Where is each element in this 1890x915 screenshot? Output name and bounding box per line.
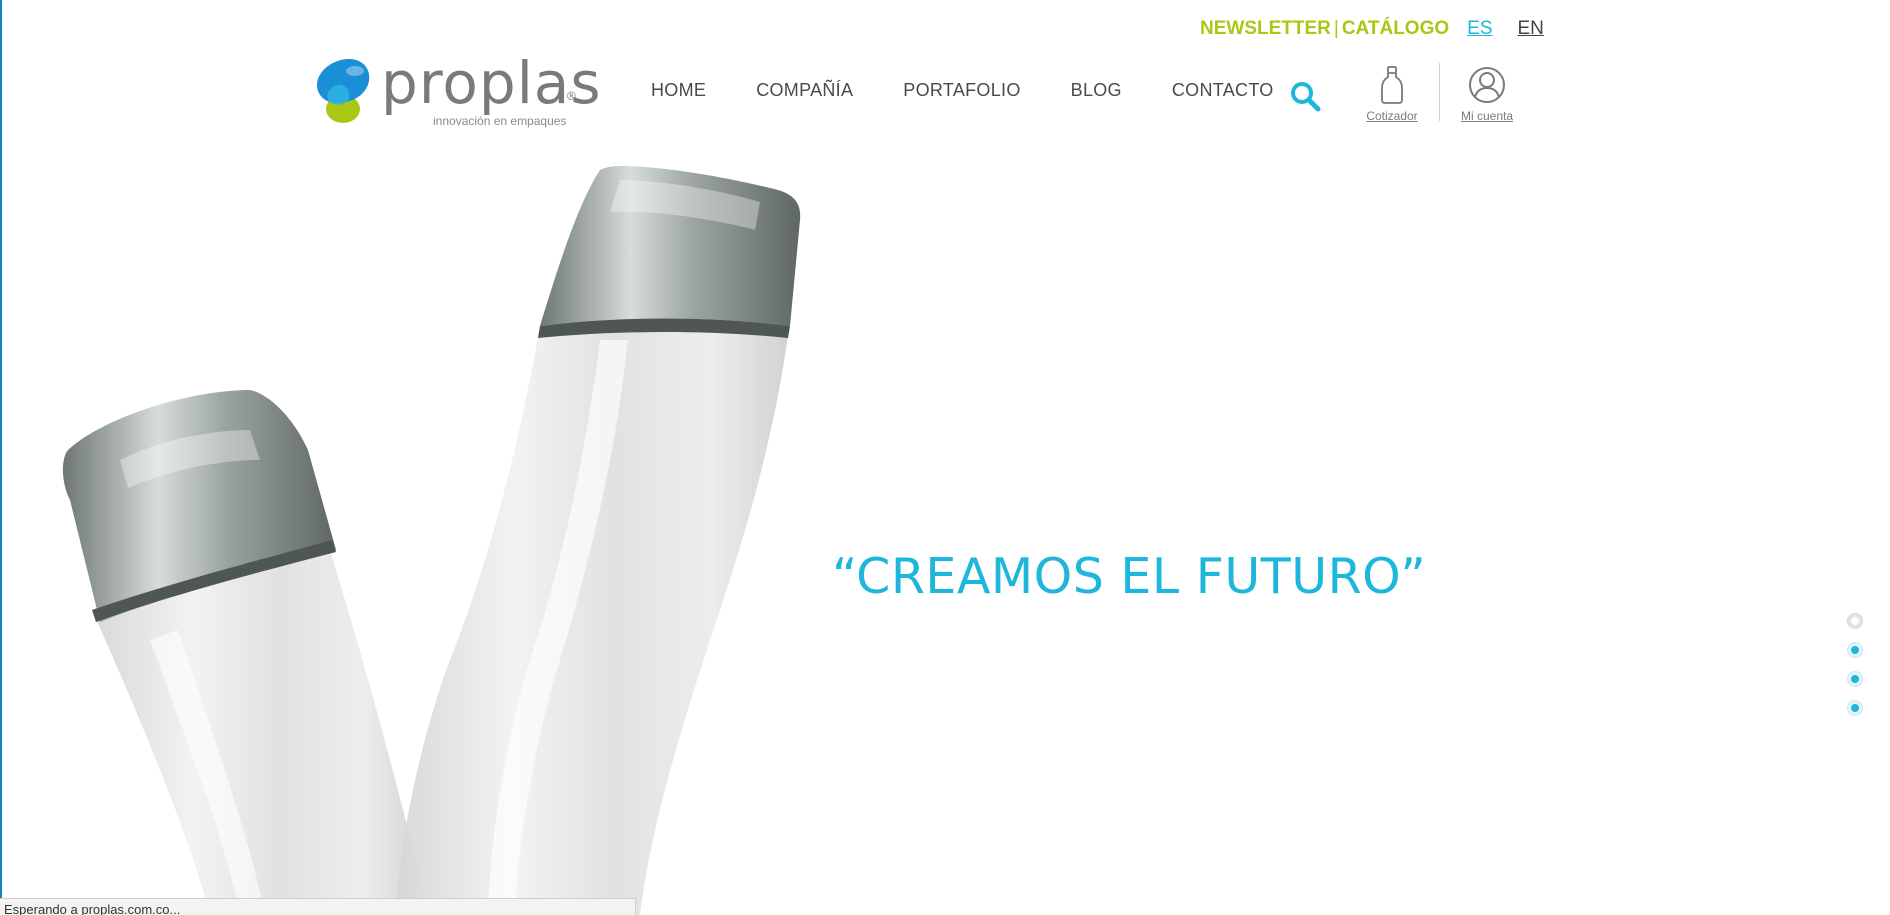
user-icon [1469, 67, 1505, 103]
slider-dot-4[interactable] [1848, 701, 1862, 715]
topbar-separator: | [1333, 18, 1339, 39]
language-en-link[interactable]: EN [1518, 18, 1544, 40]
language-es-link[interactable]: ES [1467, 18, 1492, 40]
cotizador-label: Cotizador [1366, 109, 1418, 123]
main-navigation: HOME COMPAÑÍA PORTAFOLIO BLOG CONTACTO [651, 80, 1324, 101]
slider-dot-3[interactable] [1848, 672, 1862, 686]
logo-registered-mark: ® [567, 89, 576, 103]
search-button[interactable] [1289, 80, 1321, 112]
site-logo[interactable]: proplas ® innovación en empaques [315, 49, 601, 130]
right-bottle [395, 166, 801, 915]
nav-item-contacto[interactable]: CONTACTO [1172, 80, 1274, 101]
hero-bottles-image [62, 166, 801, 915]
account-label: Mi cuenta [1460, 109, 1514, 123]
hero-headline: “CREAMOS EL FUTURO” [832, 548, 1427, 605]
nav-item-blog[interactable]: BLOG [1071, 80, 1122, 101]
nav-item-home[interactable]: HOME [651, 80, 706, 101]
logo-drop-icon [317, 59, 370, 123]
nav-item-portafolio[interactable]: PORTAFOLIO [903, 80, 1020, 101]
top-utility-bar: NEWSLETTER | CATÁLOGO ES EN [1200, 18, 1544, 40]
logo-tagline: innovación en empaques [433, 114, 567, 128]
nav-item-compania[interactable]: COMPAÑÍA [756, 80, 853, 101]
left-bottle [62, 389, 430, 915]
search-icon [1291, 82, 1321, 112]
bottle-icon [1381, 66, 1403, 104]
slider-pagination [1848, 614, 1872, 730]
logo-wordmark: proplas [381, 49, 602, 117]
catalog-link[interactable]: CATÁLOGO [1342, 18, 1449, 40]
browser-status-bar: Esperando a proplas.com.co... [0, 898, 636, 915]
slider-dot-1[interactable] [1848, 614, 1862, 628]
toolbar-divider [1439, 63, 1440, 121]
account-button[interactable]: Mi cuenta [1452, 66, 1522, 123]
newsletter-link[interactable]: NEWSLETTER [1200, 18, 1331, 40]
cotizador-button[interactable]: Cotizador [1360, 66, 1424, 123]
slider-dot-2[interactable] [1848, 643, 1862, 657]
